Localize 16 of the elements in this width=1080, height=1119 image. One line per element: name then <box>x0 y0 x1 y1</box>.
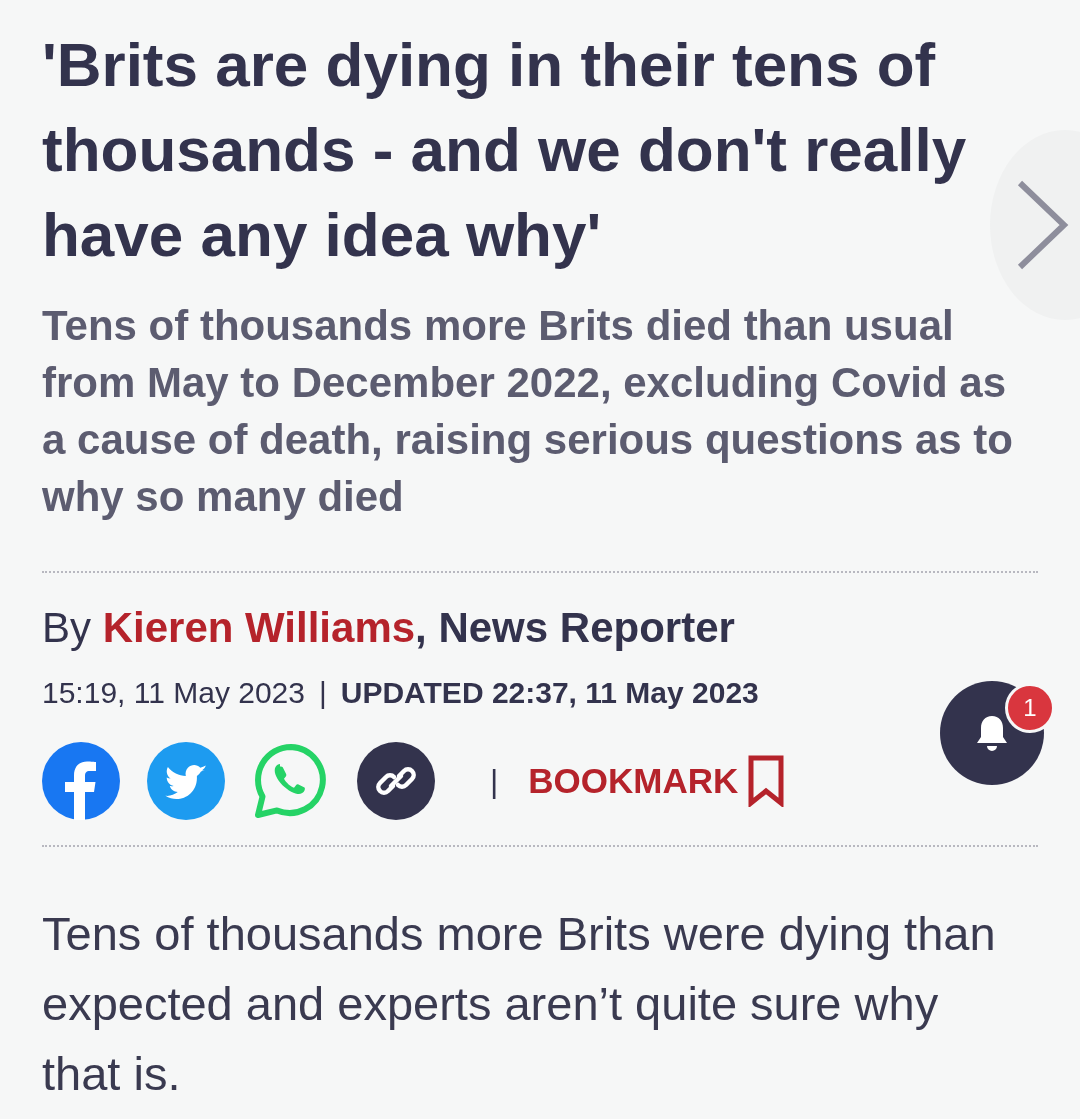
article-standfirst: Tens of thousands more Brits died than usual from May to December 2022, excluding Covid as a cause of death, raising serious questions as to why so many died <box>42 301 1014 522</box>
notification-count-badge: 1 <box>1005 683 1055 733</box>
article-headline: 'Brits are dying in their tens of thousands - and we don't really have any idea why' <box>42 29 968 271</box>
share-button[interactable] <box>357 742 435 820</box>
bookmark-icon <box>748 755 785 807</box>
article-paragraph: Tens of thousands more Brits were dying than expected and experts aren’t quite sure why that is. <box>42 906 997 1102</box>
byline: By Kieren Williams, News Reporter <box>42 603 736 653</box>
bookmark-button[interactable]: BOOKMARK <box>528 755 785 807</box>
author-link[interactable]: Kieren Williams <box>102 604 416 651</box>
twitter-bird-icon <box>147 742 225 820</box>
share-divider: | <box>490 762 499 800</box>
published-date: 15:19, 11 May 2023 <box>42 675 305 711</box>
updated-date: UPDATED 22:37, 11 May 2023 <box>340 675 759 711</box>
link-icon <box>357 742 435 820</box>
date-divider: | <box>318 675 327 711</box>
facebook-icon <box>42 742 120 820</box>
